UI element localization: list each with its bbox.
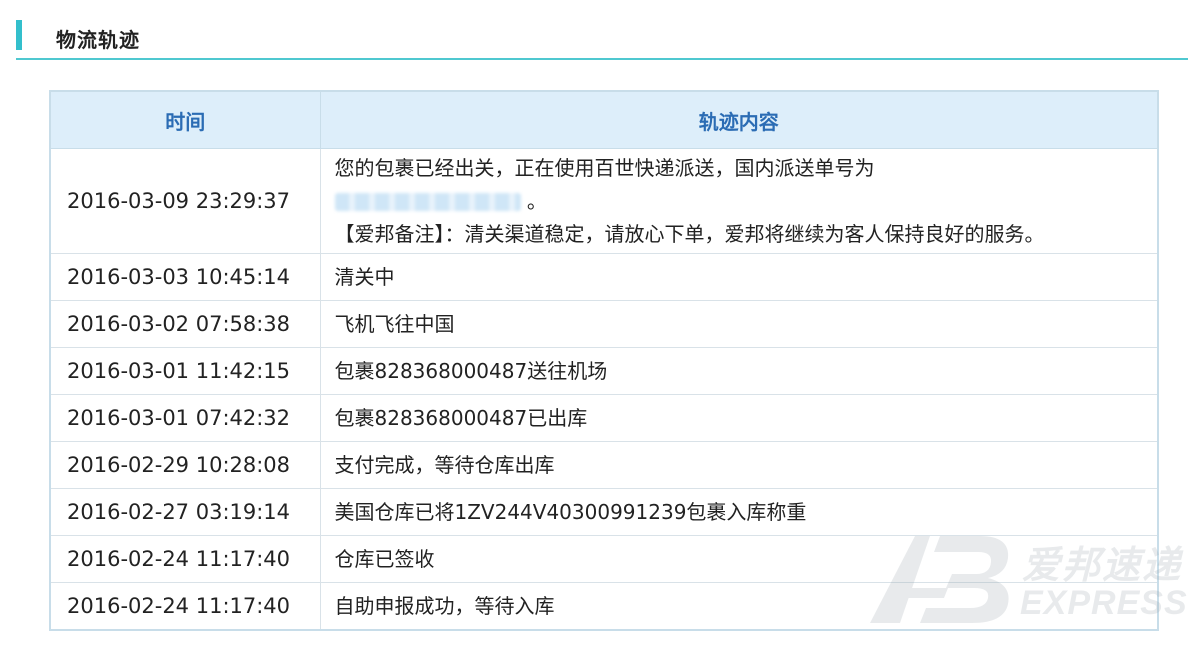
page: 物流轨迹 时间 轨迹内容 2016-03-09 23:29:37 您的包裹已经出…	[0, 0, 1200, 657]
column-header-content: 轨迹内容	[319, 90, 1159, 149]
table-row: 2016-02-27 03:19:14 美国仓库已将1ZV244V4030099…	[49, 488, 1159, 536]
row-content: 仓库已签收	[319, 535, 1159, 583]
row-time: 2016-03-03 10:45:14	[49, 253, 321, 301]
row-content: 清关中	[319, 253, 1159, 301]
column-header-time: 时间	[49, 90, 321, 149]
tracking-table: 时间 轨迹内容 2016-03-09 23:29:37 您的包裹已经出关，正在使…	[49, 90, 1159, 631]
table-row: 2016-03-09 23:29:37 您的包裹已经出关，正在使用百世快递派送，…	[49, 148, 1159, 254]
row-time: 2016-02-27 03:19:14	[49, 488, 321, 536]
section-header: 物流轨迹	[16, 18, 1188, 60]
row-time: 2016-03-09 23:29:37	[49, 148, 321, 254]
table-row: 2016-03-03 10:45:14 清关中	[49, 253, 1159, 301]
row-content: 美国仓库已将1ZV244V40300991239包裹入库称重	[319, 488, 1159, 536]
row-content-note: 【爱邦备注】：清关渠道稳定，请放心下单，爱邦将继续为客人保持良好的服务。	[334, 221, 1045, 246]
table-row: 2016-02-24 11:17:40 仓库已签收	[49, 535, 1159, 583]
table-row: 2016-02-24 11:17:40 自助申报成功，等待入库	[49, 582, 1159, 631]
section-accent-bar	[16, 20, 22, 50]
row-time: 2016-02-24 11:17:40	[49, 535, 321, 583]
row-content-line: 您的包裹已经出关，正在使用百世快递派送，国内派送单号为	[334, 155, 875, 180]
row-time: 2016-02-24 11:17:40	[49, 582, 321, 631]
table-header-row: 时间 轨迹内容	[49, 90, 1159, 149]
row-content: 支付完成，等待仓库出库	[319, 441, 1159, 489]
row-content-line: 。	[334, 185, 1144, 218]
row-content: 包裹828368000487已出库	[319, 394, 1159, 442]
row-content: 您的包裹已经出关，正在使用百世快递派送，国内派送单号为 。 【爱邦备注】：清关渠…	[319, 148, 1159, 254]
row-content: 自助申报成功，等待入库	[319, 582, 1159, 631]
table-row: 2016-03-01 11:42:15 包裹828368000487送往机场	[49, 347, 1159, 395]
section-title: 物流轨迹	[56, 28, 140, 52]
row-time: 2016-03-01 07:42:32	[49, 394, 321, 442]
row-content: 飞机飞往中国	[319, 300, 1159, 348]
row-time: 2016-03-02 07:58:38	[49, 300, 321, 348]
row-content: 包裹828368000487送往机场	[319, 347, 1159, 395]
row-content-suffix: 。	[526, 188, 547, 213]
table-row: 2016-03-02 07:58:38 飞机飞往中国	[49, 300, 1159, 348]
redacted-tracking-number	[334, 193, 521, 211]
table-row: 2016-03-01 07:42:32 包裹828368000487已出库	[49, 394, 1159, 442]
table-row: 2016-02-29 10:28:08 支付完成，等待仓库出库	[49, 441, 1159, 489]
row-time: 2016-03-01 11:42:15	[49, 347, 321, 395]
row-time: 2016-02-29 10:28:08	[49, 441, 321, 489]
